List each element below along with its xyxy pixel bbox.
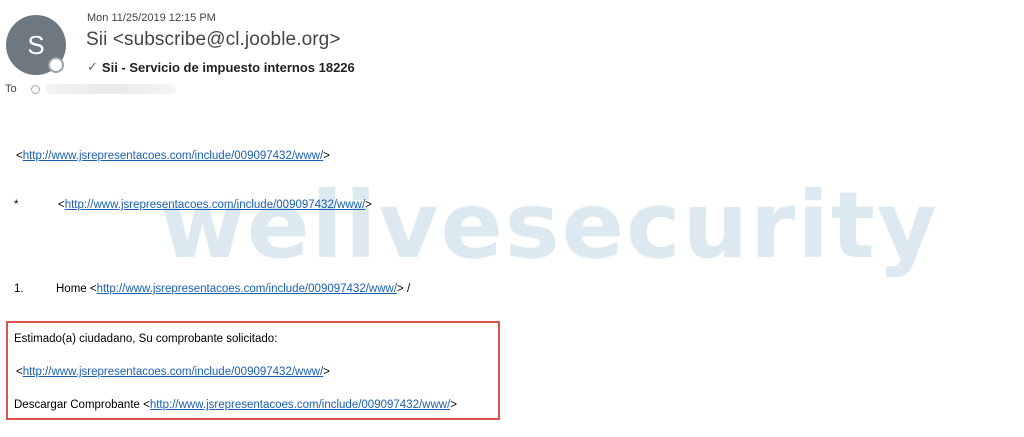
- greeting-text: Estimado(a) ciudadano, Su comprobante so…: [14, 333, 278, 345]
- email-date: Mon 11/25/2019 12:15 PM: [87, 12, 216, 24]
- body-link-line-1: <http://www.jsrepresentacoes.com/include…: [16, 150, 330, 162]
- watermark: welivesecurity: [160, 172, 939, 279]
- email-subject-row: ✓ Sii - Servicio de impuesto internos 18…: [87, 59, 355, 75]
- avatar-initial: S: [27, 29, 45, 60]
- home-label: Home: [56, 283, 90, 295]
- presence-status-icon: [48, 57, 64, 73]
- email-subject: Sii - Servicio de impuesto internos 1822…: [101, 59, 355, 75]
- download-line: Descargar Comprobante <http://www.jsrepr…: [14, 399, 457, 411]
- to-label: To: [5, 83, 17, 95]
- phishing-link[interactable]: http://www.jsrepresentacoes.com/include/…: [65, 199, 365, 211]
- phishing-link[interactable]: http://www.jsrepresentacoes.com/include/…: [97, 283, 397, 295]
- download-label: Descargar Comprobante: [14, 399, 144, 411]
- body-link-line-2: <http://www.jsrepresentacoes.com/include…: [16, 366, 330, 378]
- checkmark-icon: ✓: [87, 59, 98, 74]
- recipient-presence-icon: [30, 84, 40, 94]
- phishing-link[interactable]: http://www.jsrepresentacoes.com/include/…: [23, 366, 323, 378]
- body-bullet-line: * <http://www.jsrepresentacoes.com/includ…: [14, 199, 372, 211]
- list-number: 1.: [14, 283, 24, 295]
- recipient-redacted: [45, 84, 176, 94]
- recipient-row: To: [5, 83, 176, 95]
- body-home-line: 1. Home <http://www.jsrepresentacoes.com/…: [14, 283, 411, 295]
- download-link[interactable]: http://www.jsrepresentacoes.com/include/…: [150, 399, 450, 411]
- sender-address[interactable]: Sii <subscribe@cl.jooble.org>: [86, 29, 341, 51]
- bullet-marker: *: [14, 199, 19, 211]
- phishing-link[interactable]: http://www.jsrepresentacoes.com/include/…: [23, 150, 323, 162]
